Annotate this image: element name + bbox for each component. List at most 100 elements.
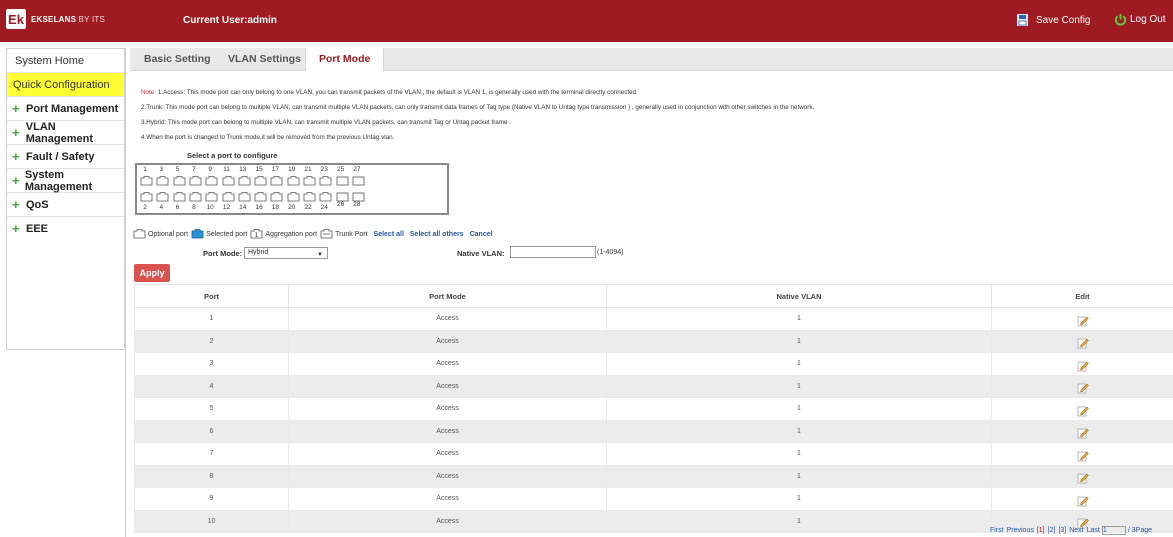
- last-page-link[interactable]: Last: [1087, 527, 1100, 534]
- edit-icon[interactable]: [1077, 337, 1089, 349]
- apply-button[interactable]: Apply: [134, 264, 170, 282]
- cell-port-mode: Access: [288, 307, 607, 331]
- port-13[interactable]: [238, 176, 251, 186]
- edit-icon[interactable]: [1077, 315, 1089, 327]
- next-page-link[interactable]: Next: [1069, 527, 1083, 534]
- sidebar-item-vlan-management[interactable]: + VLAN Management: [7, 120, 124, 145]
- edit-icon[interactable]: [1077, 382, 1089, 394]
- port-27[interactable]: [352, 176, 365, 186]
- cell-native-vlan: 1: [606, 397, 992, 421]
- page-link-1[interactable]: [1]: [1037, 527, 1045, 534]
- edit-icon[interactable]: [1077, 450, 1089, 462]
- sidebar-item-label: Fault / Safety: [26, 150, 95, 163]
- port-8[interactable]: [189, 192, 202, 202]
- logo-sub: BY ITS: [78, 14, 106, 24]
- port-number-label: 14: [239, 204, 247, 211]
- content-divider: [125, 48, 126, 537]
- logout-label: Log Out: [1130, 14, 1166, 25]
- port-23[interactable]: [319, 176, 332, 186]
- edit-icon[interactable]: [1077, 405, 1089, 417]
- port-number-label: 6: [175, 204, 180, 211]
- port-1[interactable]: [140, 176, 153, 186]
- logout-button[interactable]: Log Out: [1114, 13, 1166, 26]
- selected-port-icon: [191, 229, 204, 239]
- sidebar-item-system-home[interactable]: System Home: [7, 48, 124, 72]
- sidebar-item-quick-configuration[interactable]: Quick Configuration: [7, 72, 124, 96]
- edit-icon[interactable]: [1077, 427, 1089, 439]
- port-24[interactable]: [319, 192, 332, 202]
- cell-native-vlan: 1: [606, 329, 992, 353]
- cell-port: 4: [134, 374, 289, 398]
- edit-icon[interactable]: [1077, 472, 1089, 484]
- port-25[interactable]: [336, 176, 349, 186]
- port-15[interactable]: [254, 176, 267, 186]
- cell-port-mode: Access: [288, 464, 607, 488]
- cell-port: 5: [134, 397, 289, 421]
- port-10[interactable]: [205, 192, 218, 202]
- native-vlan-input[interactable]: [510, 246, 596, 258]
- current-user: Current User:admin: [183, 15, 277, 26]
- port-number-label: 1: [143, 166, 147, 173]
- top-bar: Ek EKSELANS BY ITS Current User:admin Sa…: [0, 0, 1173, 42]
- port-7[interactable]: [189, 176, 202, 186]
- port-number-label: 7: [192, 166, 196, 173]
- port-5[interactable]: [173, 176, 186, 186]
- aggregation-port-icon: 1: [250, 229, 263, 239]
- port-3[interactable]: [156, 176, 169, 186]
- note-line-3: 3.Hybrid: This mode port can belong to m…: [141, 119, 512, 126]
- port-mode-select[interactable]: Hybrid ▼: [244, 247, 328, 259]
- table-row: 3 Access 1: [134, 352, 1173, 376]
- select-all-others-link[interactable]: Select all others: [410, 231, 464, 238]
- column-header-port: Port: [134, 284, 289, 308]
- page-number-input[interactable]: 1: [1101, 526, 1126, 535]
- first-page-link[interactable]: First: [990, 527, 1004, 534]
- previous-page-link[interactable]: Previous: [1007, 527, 1034, 534]
- port-11[interactable]: [222, 176, 235, 186]
- port-21[interactable]: [303, 176, 316, 186]
- cell-port: 8: [134, 464, 289, 488]
- port-number-label: 15: [255, 166, 263, 173]
- port-number-label: 4: [159, 204, 164, 211]
- cell-edit: [991, 307, 1173, 331]
- port-number-label: 24: [320, 204, 328, 211]
- port-22[interactable]: [303, 192, 316, 202]
- sidebar-item-port-management[interactable]: + Port Management: [7, 96, 124, 120]
- port-number-label: 12: [222, 204, 231, 211]
- tab-basic-setting[interactable]: Basic Setting: [144, 48, 211, 70]
- port-number-label: 23: [320, 166, 328, 173]
- tab-vlan-settings[interactable]: VLAN Settings: [228, 48, 301, 70]
- port-16[interactable]: [254, 192, 267, 202]
- port-19[interactable]: [287, 176, 300, 186]
- sidebar-item-system-management[interactable]: + System Management: [7, 168, 124, 193]
- port-9[interactable]: [205, 176, 218, 186]
- cell-port: 6: [134, 419, 289, 443]
- legend-optional-label: Optional port: [148, 230, 189, 238]
- tab-bar: Basic Setting VLAN Settings Port Mode: [130, 48, 1173, 71]
- port-20[interactable]: [287, 192, 300, 202]
- table-row: 8 Access 1: [134, 464, 1173, 488]
- port-12[interactable]: [222, 192, 235, 202]
- sidebar-item-qos[interactable]: + QoS: [7, 192, 124, 216]
- port-4[interactable]: [156, 192, 169, 202]
- edit-icon[interactable]: [1077, 495, 1089, 507]
- save-config-button[interactable]: Save Config: [1017, 14, 1090, 26]
- cell-edit: [991, 374, 1173, 398]
- cell-port: 7: [134, 442, 289, 466]
- port-6[interactable]: [173, 192, 186, 202]
- port-14[interactable]: [238, 192, 251, 202]
- page-link-2[interactable]: [2]: [1048, 527, 1056, 534]
- select-all-link[interactable]: Select all: [374, 231, 404, 238]
- port-17[interactable]: [270, 176, 283, 186]
- port-18[interactable]: [270, 192, 283, 202]
- sidebar-item-eee[interactable]: + EEE: [7, 216, 124, 240]
- edit-icon[interactable]: [1077, 360, 1089, 372]
- page-link-3[interactable]: [3]: [1058, 527, 1066, 534]
- port-number-label: 25: [336, 166, 345, 173]
- cell-port-mode: Access: [288, 397, 607, 421]
- cell-port-mode: Access: [288, 487, 607, 511]
- sidebar-item-fault-safety[interactable]: + Fault / Safety: [7, 144, 124, 168]
- tab-port-mode[interactable]: Port Mode: [305, 48, 385, 71]
- cancel-link[interactable]: Cancel: [470, 231, 493, 238]
- sidebar-item-label: VLAN Management: [25, 120, 94, 145]
- port-2[interactable]: [140, 192, 153, 202]
